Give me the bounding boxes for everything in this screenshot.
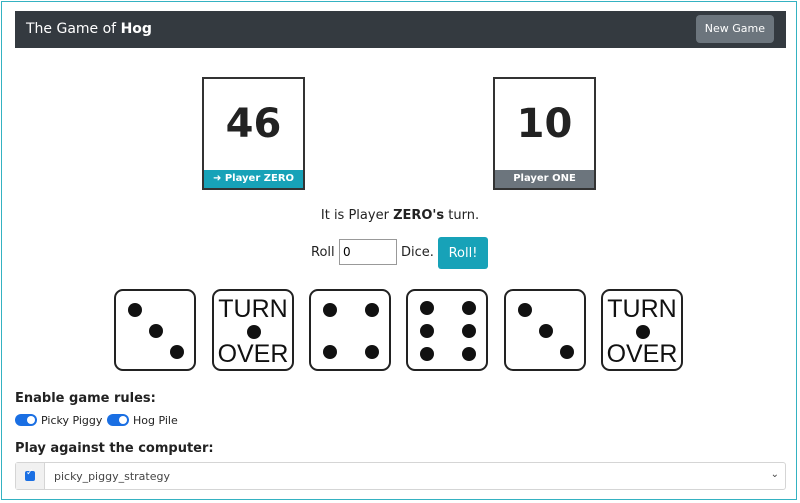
die-pip xyxy=(636,325,650,339)
score-value-player-zero: 46 xyxy=(225,101,282,147)
die-text-bottom: OVER xyxy=(606,340,678,368)
toggle-switch-icon[interactable] xyxy=(107,414,129,426)
die-pip xyxy=(149,324,163,338)
die-pip xyxy=(420,347,434,361)
turn-status: It is Player ZERO's turn. xyxy=(0,208,800,223)
rule-label: Picky Piggy xyxy=(41,414,103,427)
computer-title: Play against the computer: xyxy=(15,441,214,456)
rules-title: Enable game rules: xyxy=(15,391,156,406)
roll-button[interactable]: Roll! xyxy=(438,237,488,269)
die-pip xyxy=(462,301,476,315)
die-pip xyxy=(462,324,476,338)
die-pip xyxy=(323,345,337,359)
turn-suffix: turn. xyxy=(448,208,480,223)
dice-label: Dice. xyxy=(401,245,434,260)
die-pip xyxy=(247,325,261,339)
score-card-player-zero: 46 ➜ Player ZERO xyxy=(202,77,305,190)
toggle-switch-icon[interactable] xyxy=(15,414,37,426)
app-title-bold: Hog xyxy=(120,21,152,37)
die-pip xyxy=(560,345,574,359)
die-pip xyxy=(539,324,553,338)
die-pip xyxy=(420,324,434,338)
die-pip xyxy=(365,303,379,317)
die-text-top: TURN xyxy=(218,295,288,323)
strategy-select-group: picky_piggy_strategy ⌄ xyxy=(15,462,786,490)
app-title: The Game of Hog xyxy=(26,21,152,37)
die-pip xyxy=(518,303,532,317)
die-face-6 xyxy=(406,289,488,371)
turn-player: ZERO's xyxy=(393,208,445,223)
die-face-3 xyxy=(504,289,586,371)
computer-checkbox-wrapper[interactable] xyxy=(16,463,45,489)
die-turn-over: TURN OVER xyxy=(601,289,683,371)
die-pip xyxy=(170,345,184,359)
die-text-bottom: OVER xyxy=(217,340,289,368)
chevron-down-icon[interactable]: ⌄ xyxy=(771,469,779,480)
checkbox-checked-icon[interactable] xyxy=(25,468,35,481)
score-card-player-one: 10 Player ONE xyxy=(493,77,596,190)
turn-prefix: It is Player xyxy=(320,208,389,223)
new-game-button[interactable]: New Game xyxy=(695,15,774,43)
die-pip xyxy=(420,301,434,315)
die-turn-over: TURN OVER xyxy=(212,289,294,371)
app-title-prefix: The Game of xyxy=(26,21,117,37)
roll-label: Roll xyxy=(311,245,335,260)
die-face-4 xyxy=(309,289,391,371)
score-label-player-zero: ➜ Player ZERO xyxy=(204,170,303,188)
die-text-top: TURN xyxy=(607,295,677,323)
dice-count-input[interactable] xyxy=(339,239,397,265)
die-pip xyxy=(365,345,379,359)
die-pip xyxy=(128,303,142,317)
die-face-3 xyxy=(114,289,196,371)
strategy-select[interactable]: picky_piggy_strategy xyxy=(54,470,170,483)
die-pip xyxy=(462,347,476,361)
navbar: The Game of Hog New Game xyxy=(15,11,786,48)
score-label-player-one: Player ONE xyxy=(495,170,594,188)
score-value-player-one: 10 xyxy=(516,101,573,147)
rule-label: Hog Pile xyxy=(133,414,178,427)
die-pip xyxy=(323,303,337,317)
